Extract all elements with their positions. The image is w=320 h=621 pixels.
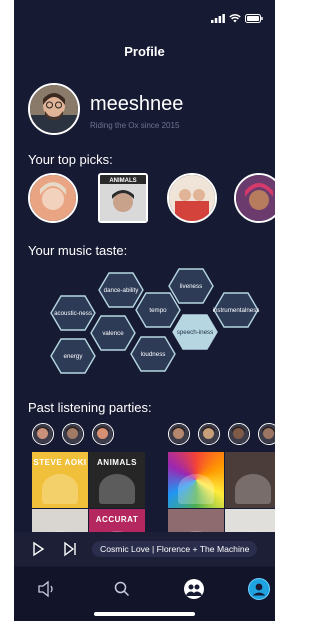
artist-pick-4[interactable] — [234, 173, 275, 223]
party-member-avatar[interactable] — [32, 423, 54, 445]
top-picks-heading: Your top picks: — [28, 152, 113, 167]
party-member-avatar[interactable] — [62, 423, 84, 445]
album-cover[interactable]: STEVE AOKI — [32, 452, 88, 508]
taste-hex-label: instrument alness — [212, 306, 260, 314]
search-icon[interactable] — [110, 577, 134, 601]
artist-pick-2[interactable]: ANIMALS — [98, 173, 148, 223]
album-caption: ACCURAT — [95, 515, 139, 524]
album-caption: ANIMALS — [109, 178, 136, 184]
music-taste-heading: Your music taste: — [28, 243, 128, 258]
party-member-avatar[interactable] — [228, 423, 250, 445]
now-playing-label[interactable]: Cosmic Love | Florence + The Machine — [92, 541, 258, 557]
taste-hex-speechiness[interactable]: speech-iness — [172, 314, 218, 350]
page-title: Profile — [124, 44, 165, 59]
album-cover[interactable] — [168, 452, 224, 508]
wifi-icon — [229, 14, 241, 23]
album-cover[interactable]: ANIMALS — [89, 452, 145, 508]
profile-subtitle: Riding the Ox since 2015 — [90, 121, 180, 130]
album-caption: STEVE AOKI — [33, 458, 87, 467]
taste-hex-label: speech-iness — [176, 328, 214, 336]
taste-hex-instrumentalness[interactable]: instrument alness — [213, 292, 259, 328]
user-avatar-icon — [30, 85, 78, 133]
profile-icon[interactable] — [247, 577, 271, 601]
taste-hex-label: loudness — [140, 350, 166, 358]
status-bar — [14, 0, 275, 30]
group-icon[interactable] — [182, 577, 206, 601]
cellular-signal-icon — [211, 14, 225, 23]
username: meeshnee — [90, 93, 184, 115]
taste-hex-energy[interactable]: energy — [50, 338, 96, 374]
home-indicator — [94, 612, 195, 616]
album-art — [99, 474, 135, 504]
album-art — [178, 474, 214, 504]
taste-hex-label: energy — [63, 352, 83, 360]
skip-forward-icon[interactable] — [60, 539, 80, 559]
album-cover[interactable] — [225, 452, 275, 508]
party-member-avatar[interactable] — [258, 423, 275, 445]
taste-hex-loudness[interactable]: loudness — [130, 336, 176, 372]
phone-screen: Profile meeshnee Riding the Ox since 201… — [14, 0, 275, 621]
album-art — [42, 474, 78, 504]
album-caption: ANIMALS — [97, 458, 137, 467]
artist-pick-1[interactable] — [28, 173, 78, 223]
profile-avatar[interactable] — [28, 83, 80, 135]
past-parties-heading: Past listening parties: — [28, 400, 152, 415]
party-member-avatar[interactable] — [198, 423, 220, 445]
party-member-avatar[interactable] — [92, 423, 114, 445]
party-member-avatar[interactable] — [168, 423, 190, 445]
battery-icon — [245, 14, 263, 23]
play-icon[interactable] — [28, 539, 48, 559]
mini-player[interactable]: Cosmic Love | Florence + The Machine — [14, 532, 275, 566]
artist-pick-3[interactable] — [167, 173, 217, 223]
speaker-icon[interactable] — [34, 577, 58, 601]
album-art — [235, 474, 271, 504]
